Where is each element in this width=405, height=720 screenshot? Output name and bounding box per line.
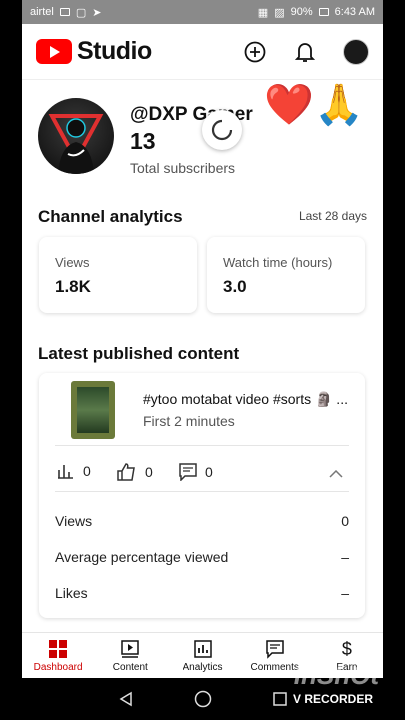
- analytics-period: Last 28 days: [298, 209, 367, 223]
- recorder-watermark: V RECORDER: [292, 692, 373, 706]
- brand-title: Studio: [77, 37, 152, 65]
- nav-content[interactable]: Content: [94, 633, 166, 678]
- latest-video-card[interactable]: #ytoo motabat video #sorts 🗿 ... First 2…: [39, 373, 365, 618]
- video-period: First 2 minutes: [143, 413, 235, 429]
- bar-chart-icon: [58, 465, 73, 479]
- metric-avg-viewed-row: Average percentage viewed –: [55, 549, 349, 565]
- nav-label: Content: [112, 661, 148, 673]
- analytics-icon: [193, 639, 212, 658]
- channel-avatar[interactable]: [38, 98, 114, 174]
- analytics-title: Channel analytics: [38, 207, 183, 226]
- create-icon[interactable]: [243, 40, 267, 64]
- metric-label: Average percentage viewed: [55, 549, 229, 565]
- comments-icon: [265, 639, 284, 659]
- metric-label: Views: [55, 513, 93, 529]
- loading-spinner-icon: [202, 110, 242, 150]
- latest-content-title: Latest published content: [38, 344, 240, 363]
- divider: [55, 491, 349, 492]
- signal-icon: ▦: [257, 6, 269, 19]
- dollar-icon: $: [341, 638, 352, 659]
- dashboard-icon: [49, 639, 68, 658]
- metric-label: Likes: [55, 585, 88, 601]
- metric-value: –: [341, 585, 349, 601]
- views-stat-value: 0: [83, 463, 91, 479]
- nav-label: Comments: [250, 661, 299, 673]
- comment-icon: [179, 463, 197, 481]
- metric-likes-row: Likes –: [55, 585, 349, 601]
- nav-analytics[interactable]: Analytics: [166, 633, 238, 678]
- inshot-watermark: InShOt: [293, 660, 379, 690]
- battery-icon: [318, 8, 329, 16]
- content-icon: [121, 639, 140, 658]
- home-icon[interactable]: [194, 690, 212, 708]
- recents-icon[interactable]: [272, 691, 288, 707]
- bell-icon[interactable]: [293, 40, 317, 64]
- views-stat: 0: [57, 463, 91, 479]
- send-icon: ➤: [92, 6, 102, 19]
- nav-label: Dashboard: [33, 661, 83, 673]
- nav-dashboard[interactable]: Dashboard: [22, 633, 94, 678]
- heart-emoji: ❤️: [264, 83, 314, 127]
- subscriber-label: Total subscribers: [130, 160, 236, 176]
- account-avatar[interactable]: [343, 38, 369, 65]
- app-header: Studio: [22, 24, 383, 80]
- status-bar: airtel ▢ ➤ ▦ ▨ 90% 6:43 AM: [22, 0, 383, 24]
- metric-value: 0: [341, 513, 349, 529]
- thumbs-up-icon: [117, 463, 135, 481]
- metric-views-row: Views 0: [55, 513, 349, 529]
- comments-stat: 0: [179, 463, 213, 481]
- video-icon: [59, 8, 70, 16]
- likes-stat: 0: [117, 463, 153, 481]
- metric-value: –: [341, 549, 349, 565]
- back-icon[interactable]: [118, 691, 134, 707]
- nav-label: Analytics: [182, 661, 223, 673]
- likes-stat-value: 0: [145, 464, 153, 480]
- cast-icon: ▢: [75, 6, 87, 19]
- subscriber-count: 13: [130, 128, 156, 154]
- divider: [55, 445, 349, 446]
- chevron-up-icon[interactable]: [329, 465, 343, 483]
- views-label: Views: [55, 255, 90, 270]
- watch-time-value: 3.0: [223, 277, 247, 296]
- comments-stat-value: 0: [205, 464, 213, 480]
- video-thumbnail[interactable]: [71, 381, 115, 439]
- sim-icon: ▨: [274, 6, 285, 19]
- status-time: 6:43 AM: [334, 6, 375, 18]
- carrier-label: airtel: [30, 6, 54, 18]
- views-value: 1.8K: [55, 277, 91, 296]
- video-title[interactable]: #ytoo motabat video #sorts 🗿 ...: [143, 391, 348, 408]
- app-screen: airtel ▢ ➤ ▦ ▨ 90% 6:43 AM Studio @DXP G…: [22, 0, 383, 720]
- watch-time-card[interactable]: Watch time (hours) 3.0: [207, 237, 365, 313]
- folded-hands-emoji: 🙏: [314, 83, 364, 127]
- battery-percent: 90%: [290, 6, 313, 18]
- watch-time-label: Watch time (hours): [223, 255, 333, 270]
- youtube-logo-icon: [36, 39, 72, 64]
- views-card[interactable]: Views 1.8K: [39, 237, 197, 313]
